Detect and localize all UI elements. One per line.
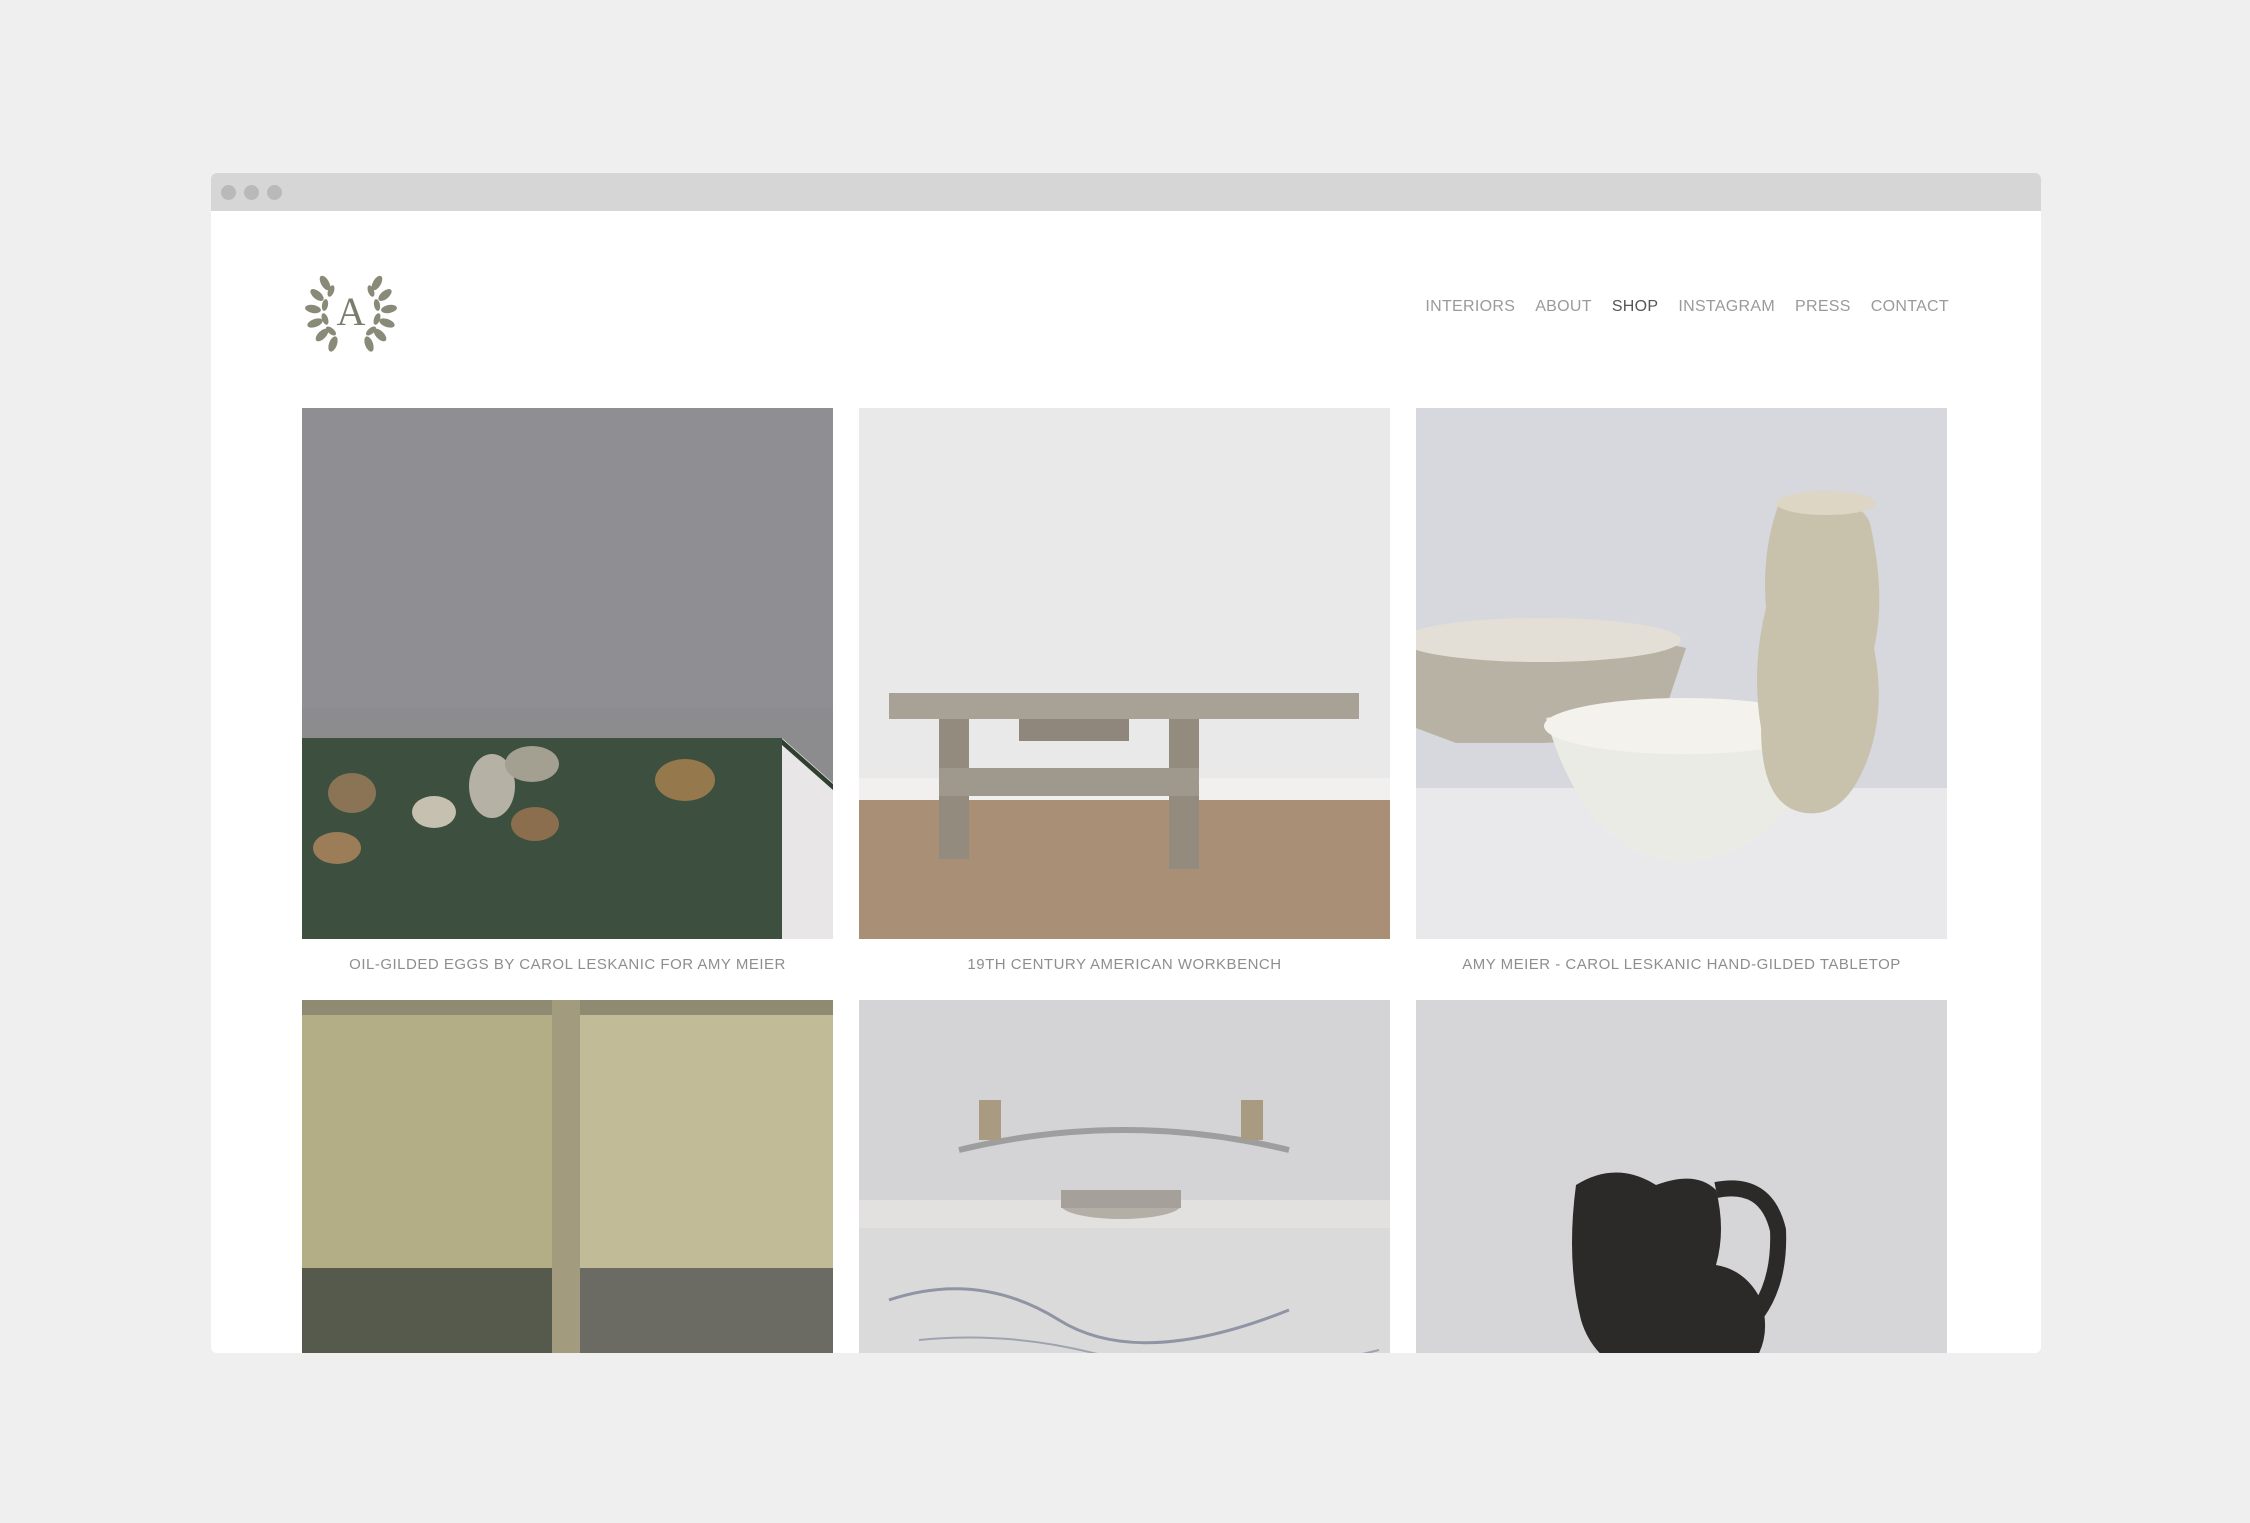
product-image-tabletop[interactable] [1416,408,1947,939]
window-dot-icon [221,185,236,200]
browser-window: A INTERIORS ABOUT SHOP INSTAGRAM PRESS C… [211,173,2041,1353]
product-card[interactable] [302,1000,833,1353]
browser-chrome [211,173,2041,211]
brand-logo[interactable]: A [303,263,399,359]
window-dot-icon [244,185,259,200]
product-image-gilded-eggs[interactable] [302,408,833,939]
product-card[interactable] [1416,1000,1947,1353]
nav-interiors[interactable]: INTERIORS [1425,298,1515,316]
logo-letter: A [337,289,366,334]
product-caption[interactable]: OIL-GILDED EGGS BY CAROL LESKANIC FOR AM… [302,956,833,973]
product-image-pitcher[interactable] [1416,1000,1947,1353]
window-dot-icon [267,185,282,200]
product-card[interactable]: OIL-GILDED EGGS BY CAROL LESKANIC FOR AM… [302,408,833,973]
product-image-workbench[interactable] [859,408,1390,939]
product-card[interactable] [859,1000,1390,1353]
product-image-candelabra[interactable] [859,1000,1390,1353]
main-nav: INTERIORS ABOUT SHOP INSTAGRAM PRESS CON… [1425,298,1949,316]
product-caption[interactable]: 19TH CENTURY AMERICAN WORKBENCH [859,956,1390,973]
nav-instagram[interactable]: INSTAGRAM [1678,298,1775,316]
product-card[interactable]: AMY MEIER - CAROL LESKANIC HAND-GILDED T… [1416,408,1947,973]
product-card[interactable]: 19TH CENTURY AMERICAN WORKBENCH [859,408,1390,973]
nav-press[interactable]: PRESS [1795,298,1851,316]
nav-shop[interactable]: SHOP [1612,298,1659,316]
product-caption[interactable]: AMY MEIER - CAROL LESKANIC HAND-GILDED T… [1416,956,1947,973]
nav-contact[interactable]: CONTACT [1871,298,1949,316]
product-image-panels[interactable] [302,1000,833,1353]
nav-about[interactable]: ABOUT [1535,298,1592,316]
laurel-wreath-icon: A [305,275,397,352]
